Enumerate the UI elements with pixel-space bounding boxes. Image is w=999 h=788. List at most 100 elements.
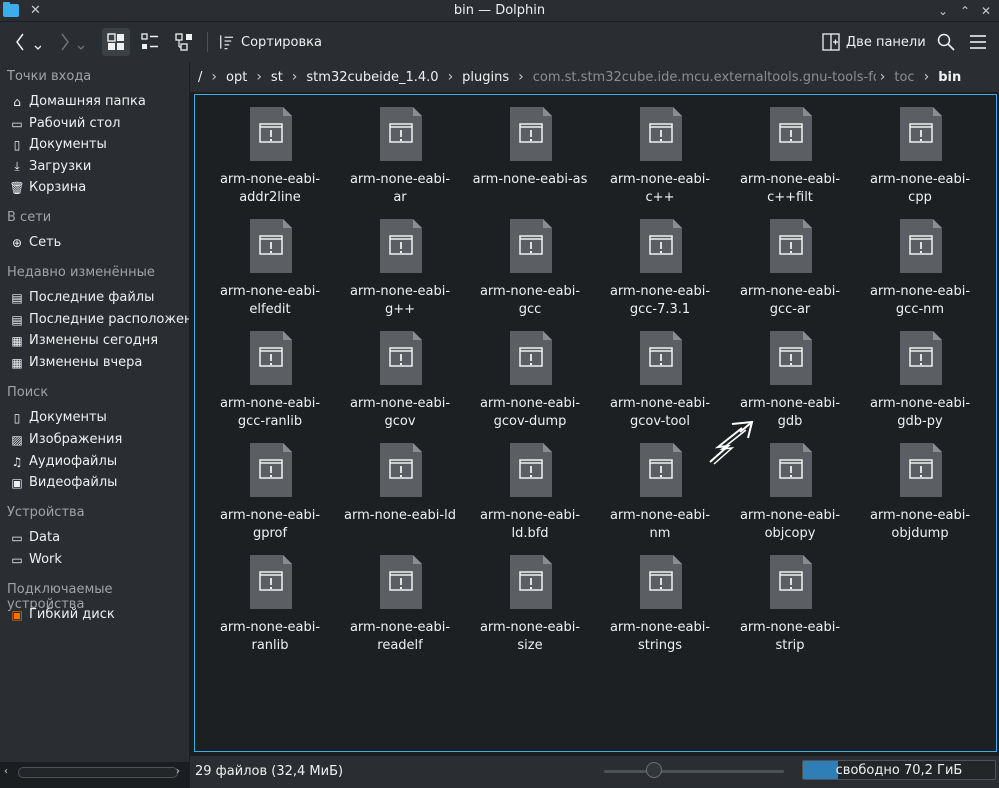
breadcrumb-tools[interactable]: toc [889,70,919,85]
executable-file-icon [770,219,812,273]
menu-button[interactable] [966,28,990,56]
sidebar-item-search-images[interactable]: ▨ Изображения [0,429,189,450]
status-summary: 29 файлов (32,4 МиБ) [195,764,344,779]
search-button[interactable] [934,28,958,56]
split-view-button[interactable]: Две панели [822,28,926,56]
back-arrow-icon [16,33,41,51]
sidebar-horizontal-scrollbar[interactable] [18,767,178,778]
sidebar-item-documents[interactable]: ▯ Документы [0,134,189,155]
forward-arrow-icon [61,33,85,51]
downloads-icon: ⤓ [14,159,20,173]
executable-file-icon [900,107,942,161]
file-item[interactable]: arm-none-eabi-ld.bfd [465,431,595,541]
sidebar-item-work[interactable]: ▭ Work [0,549,189,570]
file-item[interactable]: arm-none-eabi-gcc-nm [855,207,985,317]
breadcrumb-root[interactable]: / [190,70,207,85]
breadcrumb-opt[interactable]: opt [221,70,252,85]
file-item[interactable]: arm-none-eabi-strings [595,543,725,653]
file-item[interactable]: arm-none-eabi-objdump [855,431,985,541]
file-item[interactable]: arm-none-eabi-ar [335,95,465,205]
file-item[interactable]: arm-none-eabi-strip [725,543,855,653]
sidebar-item-network[interactable]: ⊕ Сеть [0,232,189,253]
file-item[interactable]: arm-none-eabi-gdb [725,319,855,429]
breadcrumb-externaltools[interactable]: com.st.stm32cube.ide.mcu.externaltools.g… [528,70,876,85]
file-view[interactable]: arm-none-eabi-addr2line arm-none-eabi-ar a… [194,94,997,752]
sidebar-item-search-documents[interactable]: ▯ Документы [0,407,189,428]
details-view-button[interactable] [170,28,198,56]
executable-file-icon [640,555,682,609]
file-name: arm-none-eabi-gcc-ranlib [219,396,321,429]
file-item[interactable]: arm-none-eabi-gdb-py [855,319,985,429]
sidebar-item-floppy[interactable]: ▣ Гибкий диск [0,604,189,625]
sidebar-item-data[interactable]: ▭ Data [0,527,189,548]
executable-file-icon [380,107,422,161]
sidebar-item-modified-yesterday[interactable]: ▦ Изменены вчера [0,352,189,373]
back-button[interactable] [8,28,44,56]
file-item[interactable]: arm-none-eabi-gcov-dump [465,319,595,429]
file-item[interactable]: arm-none-eabi-gcov-tool [595,319,725,429]
executable-file-icon [380,443,422,497]
breadcrumb-st[interactable]: st [266,70,288,85]
forward-button[interactable] [52,28,90,56]
executable-file-icon [900,331,942,385]
file-item[interactable]: arm-none-eabi-gcc-ar [725,207,855,317]
file-item[interactable]: arm-none-eabi-c++ [595,95,725,205]
file-item[interactable]: arm-none-eabi-cpp [855,95,985,205]
chevron-down-icon[interactable]: ⌄ [934,2,952,20]
sidebar-item-trash[interactable]: 🗑 Корзина [0,177,189,198]
sidebar-item-home[interactable]: ⌂ Домашняя папка [0,91,189,112]
free-space-indicator[interactable]: свободно 70,2 ГиБ [802,760,996,780]
executable-file-icon [510,555,552,609]
sidebar-item-recent-locations[interactable]: ▤Последние расположения [0,309,189,330]
zoom-slider[interactable] [604,770,784,773]
file-name: arm-none-eabi-gcov-dump [479,396,581,429]
file-item[interactable]: arm-none-eabi-gcc-7.3.1 [595,207,725,317]
sidebar-item-recent-files[interactable]: ▤ Последние файлы [0,287,189,308]
file-item[interactable]: arm-none-eabi-c++filt [725,95,855,205]
sidebar-heading-places: Точки входа [7,69,92,84]
file-item[interactable]: arm-none-eabi-gcc-ranlib [205,319,335,429]
executable-file-icon [250,555,292,609]
scroll-left-icon[interactable]: ‹ [4,766,8,777]
floppy-icon: ▣ [11,607,23,622]
file-item[interactable]: arm-none-eabi-ranlib [205,543,335,653]
file-item[interactable]: arm-none-eabi-g++ [335,207,465,317]
executable-file-icon [380,219,422,273]
sidebar-item-downloads[interactable]: ⤓ Загрузки [0,156,189,177]
sidebar-item-search-video[interactable]: ▣ Видеофайлы [0,472,189,493]
maximize-icon[interactable]: ⌃ [956,2,974,20]
sort-icon [220,35,234,50]
file-item[interactable]: arm-none-eabi-readelf [335,543,465,653]
recent-locations-icon: ▤ [11,312,23,327]
file-item[interactable]: arm-none-eabi-elfedit [205,207,335,317]
executable-file-icon [640,331,682,385]
sort-button[interactable]: Сортировка [216,28,322,56]
breadcrumb-current[interactable]: bin [933,70,966,85]
file-name: arm-none-eabi-objdump [869,508,971,541]
images-icon: ▨ [11,432,23,447]
sidebar-item-search-audio[interactable]: ♫ Аудиофайлы [0,451,189,472]
close-icon[interactable]: ✕ [977,2,995,20]
zoom-slider-handle[interactable] [646,762,662,778]
file-item[interactable]: arm-none-eabi-as [465,95,595,203]
file-item[interactable]: arm-none-eabi-gcov [335,319,465,429]
file-item[interactable]: arm-none-eabi-ld [335,431,465,539]
file-item[interactable]: arm-none-eabi-size [465,543,595,653]
executable-file-icon [510,219,552,273]
sidebar-item-modified-today[interactable]: ▦ Изменены сегодня [0,330,189,351]
file-item[interactable]: arm-none-eabi-addr2line [205,95,335,205]
file-name: arm-none-eabi-gcc-nm [869,284,971,317]
file-item[interactable]: arm-none-eabi-gprof [205,431,335,541]
breadcrumb-plugins[interactable]: plugins [457,70,514,85]
scroll-right-icon[interactable]: › [176,766,180,777]
file-item[interactable]: arm-none-eabi-gcc [465,207,595,317]
file-name: arm-none-eabi-ld.bfd [479,508,581,541]
compact-view-button[interactable] [136,28,164,56]
sidebar-item-desktop[interactable]: ▭ Рабочий стол [0,113,189,134]
icons-view-button[interactable] [102,28,130,56]
breadcrumb-stm32cubeide[interactable]: stm32cubeide_1.4.0 [301,70,443,85]
breadcrumb: / › opt › st › stm32cubeide_1.4.0 › plug… [190,62,999,92]
executable-file-icon [640,443,682,497]
file-name: arm-none-eabi-gcc [479,284,581,317]
split-panels-icon [822,33,840,51]
